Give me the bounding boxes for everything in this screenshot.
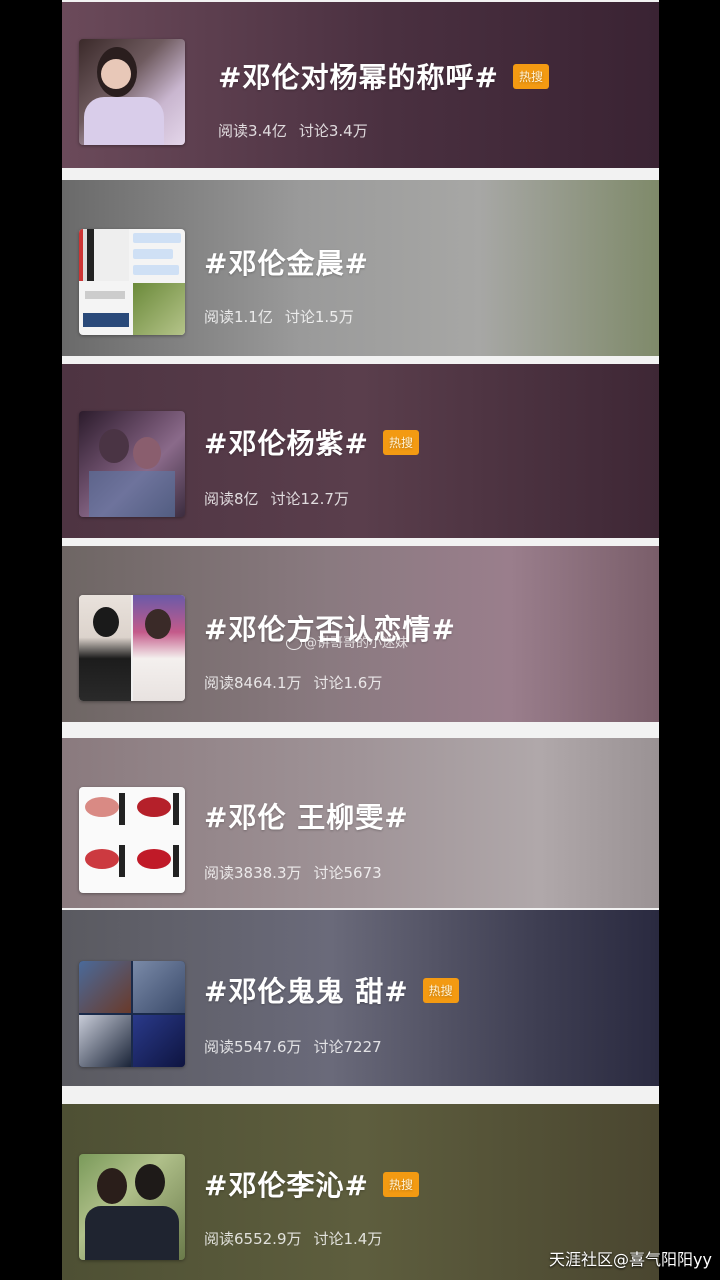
discuss-count: 讨论5673 bbox=[313, 864, 382, 882]
discuss-count: 讨论1.6万 bbox=[313, 674, 383, 692]
source-credit: 天涯社区@喜气阳阳yy bbox=[549, 1250, 712, 1269]
topic-thumbnail bbox=[79, 39, 185, 145]
topic-title[interactable]: #邓伦李沁# 热搜 bbox=[204, 1164, 419, 1204]
read-count: 阅读3.4亿 bbox=[218, 122, 287, 140]
topic-title-text[interactable]: #邓伦杨紫# bbox=[204, 427, 369, 460]
topic-card[interactable]: #邓伦鬼鬼 甜# 热搜 阅读5547.6万 讨论7227 bbox=[62, 910, 659, 1086]
topic-thumbnail bbox=[79, 787, 185, 893]
topic-title[interactable]: #邓伦鬼鬼 甜# 热搜 bbox=[204, 970, 459, 1010]
topic-stats: 阅读3.4亿 讨论3.4万 bbox=[218, 120, 368, 141]
watermark-text: @讲哥哥的小迷妹 bbox=[304, 636, 409, 651]
discuss-count: 讨论1.4万 bbox=[313, 1230, 383, 1248]
discuss-count: 讨论1.5万 bbox=[284, 308, 354, 326]
topic-title-text[interactable]: #邓伦鬼鬼 甜# bbox=[204, 975, 409, 1008]
discuss-count: 讨论3.4万 bbox=[298, 122, 368, 140]
weibo-watermark: @讲哥哥的小迷妹 bbox=[286, 632, 408, 651]
topic-title[interactable]: #邓伦金晨# bbox=[204, 242, 369, 282]
topic-card[interactable]: #邓伦杨紫# 热搜 阅读8亿 讨论12.7万 bbox=[62, 364, 659, 538]
topic-stats: 阅读1.1亿 讨论1.5万 bbox=[204, 306, 354, 327]
discuss-count: 讨论12.7万 bbox=[270, 490, 349, 508]
topic-thumbnail bbox=[79, 961, 185, 1067]
topic-stats: 阅读8亿 讨论12.7万 bbox=[204, 488, 349, 509]
topic-card[interactable]: #邓伦 王柳雯# 阅读3838.3万 讨论5673 bbox=[62, 738, 659, 908]
topic-stats: 阅读3838.3万 讨论5673 bbox=[204, 862, 382, 883]
topic-card[interactable]: #邓伦对杨幂的称呼# 热搜 阅读3.4亿 讨论3.4万 bbox=[62, 2, 659, 168]
topic-card[interactable]: #邓伦金晨# 阅读1.1亿 讨论1.5万 bbox=[62, 180, 659, 356]
topic-thumbnail bbox=[79, 229, 185, 335]
topic-stats: 阅读5547.6万 讨论7227 bbox=[204, 1036, 382, 1057]
weibo-icon bbox=[286, 637, 302, 650]
discuss-count: 讨论7227 bbox=[313, 1038, 382, 1056]
hot-badge: 热搜 bbox=[382, 429, 419, 455]
topic-title-text[interactable]: #邓伦金晨# bbox=[204, 247, 369, 280]
read-count: 阅读8亿 bbox=[204, 490, 259, 508]
topic-title[interactable]: #邓伦对杨幂的称呼# 热搜 bbox=[218, 56, 549, 96]
topic-stats: 阅读6552.9万 讨论1.4万 bbox=[204, 1228, 382, 1249]
topic-thumbnail bbox=[79, 595, 185, 701]
topic-title-text[interactable]: #邓伦 王柳雯# bbox=[204, 801, 409, 834]
topic-title[interactable]: #邓伦杨紫# 热搜 bbox=[204, 422, 419, 462]
topic-thumbnail bbox=[79, 411, 185, 517]
hot-badge: 热搜 bbox=[422, 977, 459, 1003]
topic-title[interactable]: #邓伦 王柳雯# bbox=[204, 796, 409, 836]
topic-stats: 阅读8464.1万 讨论1.6万 bbox=[204, 672, 382, 693]
read-count: 阅读3838.3万 bbox=[204, 864, 302, 882]
topic-thumbnail bbox=[79, 1154, 185, 1260]
read-count: 阅读1.1亿 bbox=[204, 308, 273, 326]
read-count: 阅读8464.1万 bbox=[204, 674, 302, 692]
read-count: 阅读6552.9万 bbox=[204, 1230, 302, 1248]
topic-title-text[interactable]: #邓伦对杨幂的称呼# bbox=[218, 61, 499, 94]
hot-badge: 热搜 bbox=[512, 63, 549, 89]
hot-badge: 热搜 bbox=[382, 1171, 419, 1197]
read-count: 阅读5547.6万 bbox=[204, 1038, 302, 1056]
topic-title-text[interactable]: #邓伦李沁# bbox=[204, 1169, 369, 1202]
